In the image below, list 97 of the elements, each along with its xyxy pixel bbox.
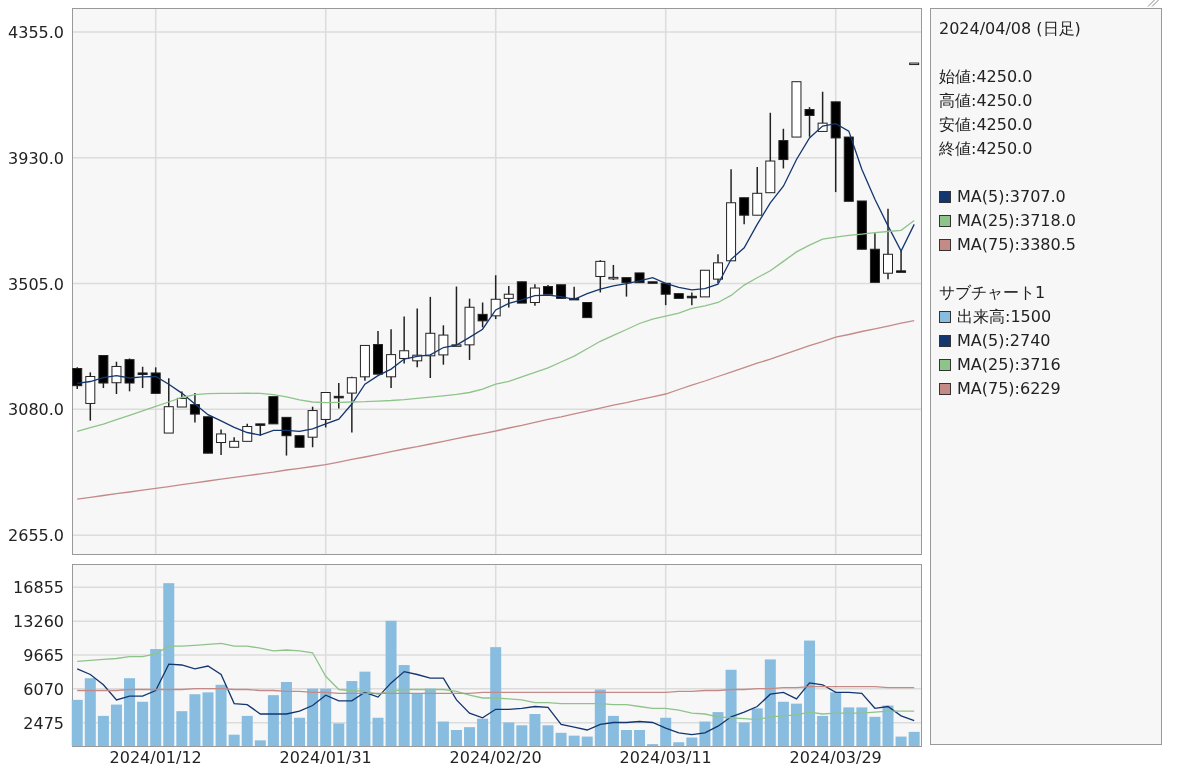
candlestick (294, 434, 305, 448)
candlestick (543, 284, 553, 295)
candlestick (320, 391, 331, 429)
candlestick (85, 371, 96, 422)
axis-tick-label: 3505.0 (8, 274, 64, 294)
candlestick (791, 80, 802, 138)
legend-label: MA(25):3716 (957, 354, 1061, 376)
candlestick (176, 390, 187, 408)
legend-label: MA(5):3707.0 (957, 186, 1066, 208)
legend-label: MA(75):3380.5 (957, 234, 1076, 256)
candlestick (516, 281, 527, 304)
axis-tick-label: 13260 (13, 612, 64, 632)
legend-label: MA(5):2740 (957, 330, 1051, 352)
candlestick (503, 285, 514, 309)
candlestick (281, 416, 292, 457)
candlestick (817, 91, 828, 133)
date-axis-label: 2024/01/31 (279, 748, 372, 767)
price-value: 始値:4250.0 (939, 66, 1034, 88)
candlestick (163, 377, 174, 434)
volume-bar (869, 716, 881, 746)
candlestick (477, 301, 488, 329)
subchart-title: サブチャート1 (939, 282, 1047, 304)
volume-bar (790, 703, 802, 746)
axis-tick-label: 2655.0 (8, 526, 64, 546)
candlestick (346, 376, 357, 434)
candlestick (647, 281, 658, 284)
legend-label: MA(75):6229 (957, 378, 1061, 400)
candlestick (386, 328, 397, 389)
axis-tick-label: 16855 (13, 578, 64, 598)
candlestick (699, 269, 710, 298)
price-value: 終値:4250.0 (939, 138, 1034, 160)
volume-bar (202, 692, 214, 746)
axis-tick-label: 3080.0 (8, 400, 64, 420)
date-axis-label: 2024/03/29 (789, 748, 882, 767)
candlestick (582, 301, 593, 319)
candlestick (739, 197, 750, 226)
candlestick (111, 360, 122, 395)
candlestick (621, 276, 632, 298)
axis-tick-label: 6070 (23, 679, 64, 699)
legend-label: MA(25):3718.0 (957, 210, 1076, 232)
candlestick (359, 344, 370, 382)
date-axis-label: 2024/03/11 (619, 748, 712, 767)
volume-bar (568, 735, 580, 746)
volume-bar (843, 707, 855, 746)
candlestick (242, 423, 253, 443)
candlestick (896, 250, 907, 273)
axis-tick-label: 9665 (23, 646, 64, 665)
axis-tick-label: 4355.0 (8, 23, 64, 42)
candlestick (464, 297, 475, 361)
candlestick (843, 136, 854, 203)
candlestick (399, 315, 410, 365)
candlestick (124, 357, 135, 393)
candlestick (333, 382, 344, 410)
candlestick (634, 272, 645, 284)
candlestick (856, 200, 867, 250)
candlestick (595, 259, 606, 294)
candlestick (673, 292, 684, 300)
volume-bar (856, 707, 868, 746)
candlestick (752, 166, 763, 216)
legend-label: 出来高:1500 (957, 306, 1052, 328)
candlestick (869, 232, 880, 284)
candlestick (608, 264, 619, 281)
candlestick (229, 436, 240, 448)
candlestick (713, 253, 723, 285)
candlestick (804, 106, 815, 138)
candlestick (189, 392, 200, 424)
volume-bar (280, 682, 292, 746)
candlestick (255, 423, 266, 437)
candlestick (490, 274, 501, 320)
candlestick (72, 366, 83, 390)
legend-date: 2024/04/08 (日足) (939, 18, 1082, 40)
axis-tick-label: 2475 (23, 713, 64, 733)
candlestick (686, 291, 697, 306)
candlestick (412, 307, 423, 369)
candlestick (438, 324, 449, 366)
candlestick (569, 286, 580, 301)
candlestick (660, 282, 671, 306)
candlestick (150, 366, 161, 395)
candlestick (203, 416, 213, 454)
candlestick (268, 395, 279, 425)
price-value: 安値:4250.0 (939, 114, 1034, 136)
candlestick (98, 354, 109, 389)
candlestick (307, 405, 318, 448)
candlestick (451, 285, 462, 347)
candlestick (373, 330, 383, 375)
candlestick (556, 284, 567, 300)
candlestick (778, 128, 789, 170)
axis-tick-label: 3930.0 (8, 148, 64, 168)
volume-bar (110, 704, 122, 746)
candlestick (216, 428, 227, 456)
price-value: 高値:4250.0 (939, 90, 1034, 112)
date-axis-label: 2024/01/12 (109, 748, 202, 767)
candlestick (529, 283, 540, 307)
date-axis-label: 2024/02/20 (449, 748, 542, 767)
candlestick (909, 62, 920, 66)
candlestick (137, 366, 148, 389)
resize-grip-icon[interactable] (1147, 0, 1159, 7)
